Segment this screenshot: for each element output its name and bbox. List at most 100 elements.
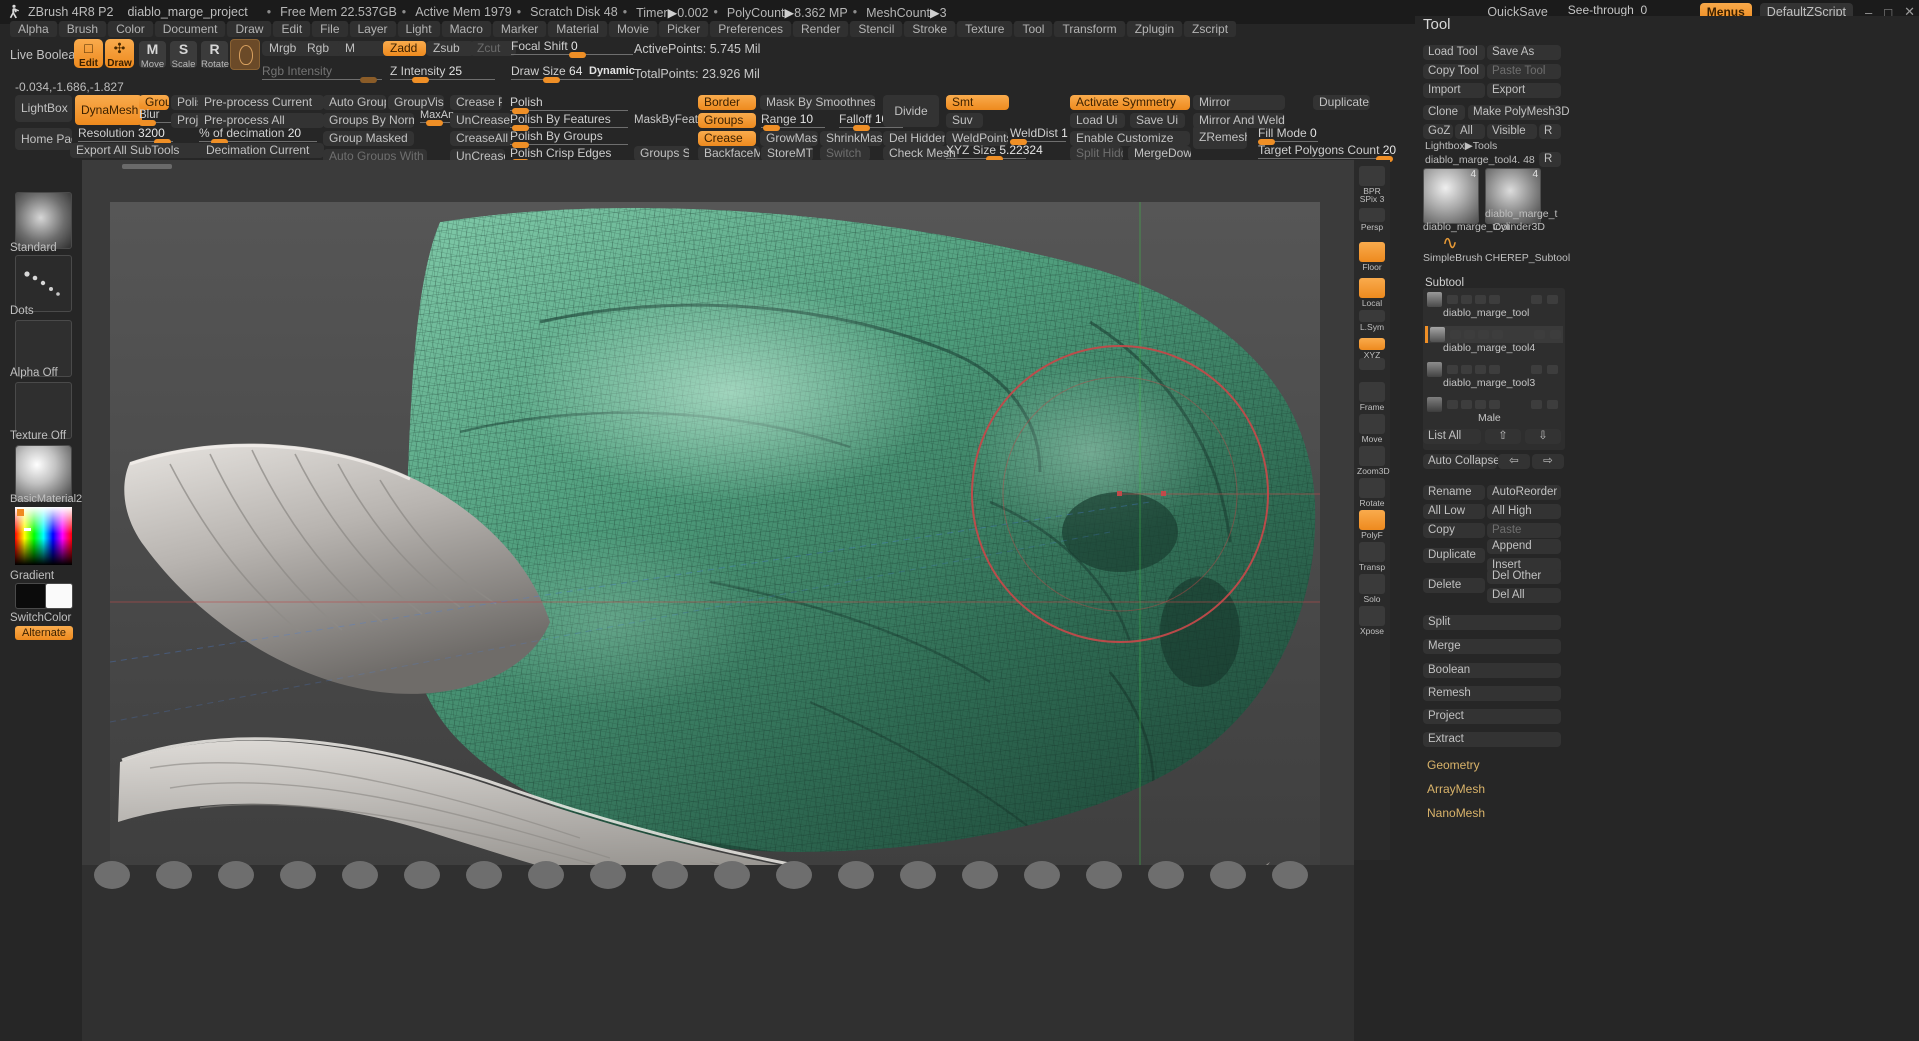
zcut-button[interactable]: Zcut bbox=[470, 41, 516, 56]
subtool-eye-icon[interactable] bbox=[1447, 295, 1458, 304]
group-masked-button[interactable]: Group Masked bbox=[323, 131, 414, 146]
shrink-mask-button[interactable]: ShrinkMask bbox=[820, 131, 882, 146]
merge-down-button[interactable]: MergeDown bbox=[1128, 146, 1191, 161]
merge-button[interactable]: Merge bbox=[1423, 639, 1561, 654]
focal-shift-knob[interactable] bbox=[569, 52, 586, 58]
brush-selector-thumbnail[interactable] bbox=[15, 192, 72, 249]
home-page-button[interactable]: Home Page bbox=[15, 128, 72, 150]
stroke-selector-thumbnail[interactable] bbox=[15, 255, 72, 312]
subtool-name-2[interactable]: diablo_marge_tool3 bbox=[1443, 377, 1535, 389]
xpose-button[interactable]: Xpose bbox=[1357, 606, 1387, 636]
paste-tool-button[interactable]: Paste Tool bbox=[1487, 64, 1561, 79]
lsym-button[interactable]: L.Sym bbox=[1357, 310, 1387, 332]
menu-item-brush[interactable]: Brush bbox=[58, 21, 107, 37]
split-button[interactable]: Split bbox=[1423, 615, 1561, 630]
subtool-visibility-icon[interactable] bbox=[1461, 400, 1472, 409]
frame-button[interactable]: Frame bbox=[1357, 382, 1387, 412]
polish-slider[interactable]: Polish bbox=[510, 95, 628, 114]
subtool-eyeball-icon[interactable] bbox=[1547, 295, 1558, 304]
delete-button[interactable]: Delete bbox=[1423, 578, 1485, 593]
mask-groups-button[interactable]: Groups bbox=[698, 113, 756, 128]
del-all-button[interactable]: Del All bbox=[1487, 588, 1561, 603]
subtool-visibility-icon[interactable] bbox=[1461, 365, 1472, 374]
subtool-name-1[interactable]: diablo_marge_tool4 bbox=[1443, 342, 1535, 354]
current-tool-r-button[interactable]: R bbox=[1539, 152, 1561, 167]
3d-viewport[interactable] bbox=[110, 202, 1320, 867]
subtool-visibility-icon[interactable] bbox=[1464, 330, 1475, 339]
move-up-button[interactable]: ⇧ bbox=[1485, 429, 1521, 444]
resolution-slider[interactable]: Resolution 3200 bbox=[78, 126, 173, 145]
menu-item-zplugin[interactable]: Zplugin bbox=[1126, 21, 1183, 37]
subtool-poly-icon[interactable] bbox=[1489, 400, 1500, 409]
make-polymesh3d-button[interactable]: Make PolyMesh3D bbox=[1468, 105, 1570, 120]
tool-thumbnail-diablo-marge-tool[interactable]: 4 bbox=[1423, 168, 1479, 224]
z-intensity-slider[interactable]: Z Intensity 25 bbox=[390, 64, 495, 83]
switch-color-label[interactable]: SwitchColor bbox=[10, 612, 71, 624]
menu-item-transform[interactable]: Transform bbox=[1054, 21, 1125, 37]
max-angle-slider[interactable]: MaxAn bbox=[420, 107, 454, 126]
subtool-name-3[interactable]: Male bbox=[1478, 412, 1501, 424]
subtool-lock-icon[interactable] bbox=[1534, 330, 1545, 339]
mask-border-button[interactable]: Border bbox=[698, 95, 756, 110]
grow-mask-button[interactable]: GrowMask bbox=[760, 131, 818, 146]
transp-button[interactable]: Transp bbox=[1357, 542, 1387, 572]
menu-item-render[interactable]: Render bbox=[793, 21, 849, 37]
menu-item-layer[interactable]: Layer bbox=[349, 21, 396, 37]
subtool-lock-icon[interactable] bbox=[1531, 295, 1542, 304]
primary-color-swatch[interactable] bbox=[15, 583, 47, 609]
spix-slider[interactable]: SPix 3 bbox=[1357, 194, 1387, 204]
uncrease-pg-button[interactable]: UnCrease PG bbox=[450, 113, 512, 128]
zoom3d-button[interactable]: Zoom3D bbox=[1357, 446, 1390, 476]
goz-r-button[interactable]: R bbox=[1539, 124, 1561, 139]
subtool-thumbnail[interactable] bbox=[1427, 292, 1442, 307]
paste-subtool-button[interactable]: Paste bbox=[1487, 523, 1561, 538]
weld-dist-slider[interactable]: WeldDist 1 bbox=[1010, 126, 1068, 145]
subtool-eyeball-icon[interactable] bbox=[1547, 365, 1558, 374]
decimation-current-button[interactable]: Decimation Current bbox=[200, 143, 324, 158]
all-low-button[interactable]: All Low bbox=[1423, 504, 1485, 519]
subtool-mask-icon[interactable] bbox=[1475, 400, 1486, 409]
boolean-button[interactable]: Boolean bbox=[1423, 663, 1561, 678]
current-brush-thumbnail[interactable] bbox=[230, 39, 260, 70]
max-angle-knob[interactable] bbox=[426, 120, 443, 126]
polish-by-features-slider[interactable]: Polish By Features bbox=[510, 112, 628, 131]
z-intensity-knob[interactable] bbox=[412, 77, 429, 83]
store-mt-button[interactable]: StoreMT bbox=[761, 146, 813, 161]
stat-polycount[interactable]: PolyCount▶8.362 MP bbox=[727, 5, 848, 20]
copy-tool-button[interactable]: Copy Tool bbox=[1423, 64, 1485, 79]
solo-button[interactable]: Solo bbox=[1357, 574, 1387, 604]
stat-meshcount[interactable]: MeshCount▶3 bbox=[866, 5, 947, 20]
zremesher-button[interactable]: ZRemesher bbox=[1193, 125, 1247, 149]
auto-collapse-button[interactable]: Auto Collapse bbox=[1423, 454, 1500, 469]
canvas-scroll-handle-top[interactable] bbox=[122, 164, 172, 169]
crease-all-button[interactable]: CreaseAll bbox=[450, 131, 512, 146]
move-down-button[interactable]: ⇩ bbox=[1525, 429, 1561, 444]
visible-button[interactable]: Visible bbox=[1487, 124, 1537, 139]
subtool-row-2[interactable] bbox=[1425, 361, 1563, 378]
subtool-row-3[interactable] bbox=[1425, 396, 1563, 413]
viewport-container[interactable] bbox=[82, 160, 1354, 870]
local-button[interactable]: Local bbox=[1357, 278, 1387, 308]
auto-groups-button[interactable]: Auto Groups bbox=[323, 95, 386, 110]
menu-item-picker[interactable]: Picker bbox=[658, 21, 709, 37]
subtool-eye-icon[interactable] bbox=[1447, 400, 1458, 409]
menu-item-file[interactable]: File bbox=[312, 21, 348, 37]
menu-item-document[interactable]: Document bbox=[154, 21, 226, 37]
duplicate-subtool-button[interactable]: Duplicate bbox=[1423, 548, 1485, 563]
copy-subtool-button[interactable]: Copy bbox=[1423, 523, 1485, 538]
subtool-mask-icon[interactable] bbox=[1475, 365, 1486, 374]
blur-slider[interactable]: Blur bbox=[139, 107, 171, 126]
alternate-button[interactable]: Alternate bbox=[15, 626, 73, 640]
mirror-button[interactable]: Mirror bbox=[1193, 95, 1285, 110]
subtool-thumbnail[interactable] bbox=[1427, 362, 1442, 377]
split-hidden-button[interactable]: Split Hidden bbox=[1070, 146, 1123, 161]
decimation-percent-slider[interactable]: % of decimation 20 bbox=[199, 126, 317, 145]
import-button[interactable]: Import bbox=[1423, 83, 1485, 98]
project-subtool-button[interactable]: Project bbox=[1423, 709, 1561, 724]
smt-button[interactable]: Smt bbox=[946, 95, 1009, 110]
export-all-subtools-button[interactable]: Export All SubTools bbox=[70, 143, 205, 158]
activate-symmetry-button[interactable]: Activate Symmetry bbox=[1070, 95, 1190, 110]
scale-mode-button[interactable]: S Scale bbox=[170, 41, 197, 70]
draw-mode-button[interactable]: ✣ Draw bbox=[105, 39, 134, 69]
rename-button[interactable]: Rename bbox=[1423, 485, 1485, 500]
